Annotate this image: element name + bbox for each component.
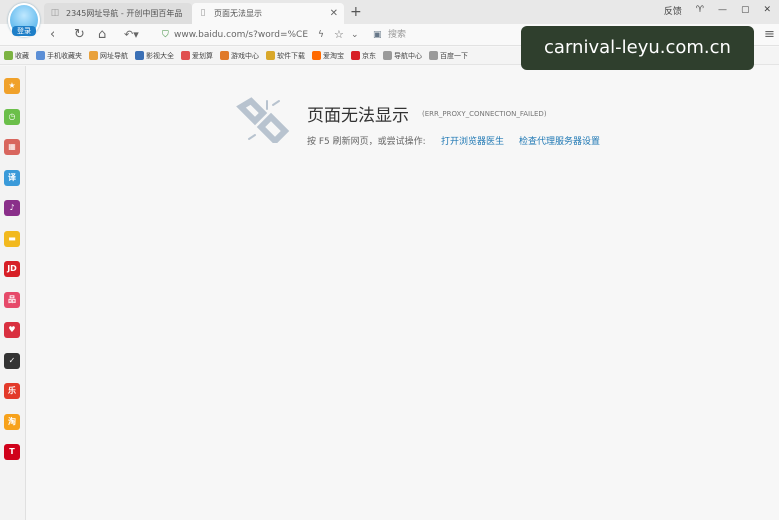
error-hint: 按 F5 刷新网页，或尝试操作: (307, 137, 426, 147)
star-icon (4, 51, 13, 60)
open-browser-doctor-link[interactable]: 打开浏览器医生 (441, 134, 504, 147)
bookmark-label: 游戏中心 (231, 51, 259, 60)
nike-icon[interactable]: ✓ (4, 352, 20, 369)
search-engine-icon: ▣ (373, 30, 382, 40)
bookmark-label: 网址导航 (100, 51, 128, 60)
calendar-icon[interactable]: ▦ (4, 139, 20, 155)
bookmark-item[interactable]: 收藏 (4, 51, 29, 61)
bookmark-label: 爱淘宝 (323, 51, 344, 60)
new-tab-button[interactable]: + (350, 4, 362, 20)
bookmark-label: 爱划算 (192, 51, 213, 60)
tag-icon (181, 51, 190, 60)
star-icon[interactable]: ☆ (334, 27, 344, 43)
shop-icon[interactable]: 乐 (4, 383, 20, 399)
bookmark-label: 影视大全 (146, 51, 174, 60)
taobao-icon[interactable]: 淘 (4, 413, 20, 430)
bookmark-item[interactable]: 爱淘宝 (312, 51, 344, 61)
tab-2345-navigation[interactable]: ◫ 2345网址导航 - 开创中国百年品 (44, 3, 192, 24)
bookmark-item[interactable]: 影视大全 (135, 51, 174, 61)
refresh-icon[interactable]: ↻ (74, 27, 85, 43)
bookmark-item[interactable]: 软件下载 (266, 51, 305, 61)
error-title: 页面无法显示 (307, 106, 409, 126)
bookmark-item[interactable]: 导航中心 (383, 51, 422, 61)
bookmark-item[interactable]: 游戏中心 (220, 51, 259, 61)
bookmark-item[interactable]: 京东 (351, 51, 376, 61)
translate-icon[interactable]: 译 (4, 169, 20, 186)
close-tab-icon[interactable]: ✕ (330, 3, 338, 24)
lightning-icon[interactable]: ϟ (318, 27, 324, 43)
bookmark-label: 手机收藏夹 (47, 51, 82, 60)
bookmark-item[interactable]: 百度一下 (429, 51, 468, 61)
music-icon[interactable]: ♪ (4, 200, 20, 216)
heart-icon[interactable]: ♥ (4, 322, 20, 338)
download-icon (266, 51, 275, 60)
bookmark-label: 百度一下 (440, 51, 468, 60)
address-url: www.baidu.com/s?word=%CE (174, 30, 309, 40)
browser-window: ◫ 2345网址导航 - 开创中国百年品 ▯ 页面无法显示 ✕ + 反馈 ♈ —… (0, 0, 779, 520)
film-icon (135, 51, 144, 60)
tab-label: 页面无法显示 (214, 9, 262, 18)
page-icon (383, 51, 392, 60)
bookmark-label: 软件下载 (277, 51, 305, 60)
jd-icon[interactable]: JD (4, 261, 20, 277)
login-label: 登录 (12, 26, 36, 36)
game-icon (220, 51, 229, 60)
home-icon (89, 51, 98, 60)
menu-icon[interactable]: ≡ (764, 27, 775, 43)
error-code: (ERR_PROXY_CONNECTION_FAILED) (422, 110, 547, 118)
left-sidebar: ★ ◷ ▦ 译 ♪ ▬ JD 品 ♥ ✓ 乐淘 T (0, 66, 26, 520)
user-login-avatar[interactable]: 登录 (8, 3, 40, 37)
feedback-button[interactable]: 反馈 (664, 4, 682, 17)
page-icon: ◫ (50, 8, 60, 18)
skin-icon[interactable]: ♈ (696, 5, 704, 15)
close-window-icon[interactable]: ✕ (763, 5, 771, 15)
check-proxy-settings-link[interactable]: 检查代理服务器设置 (519, 134, 600, 147)
bookmark-item[interactable]: 手机收藏夹 (36, 51, 82, 61)
broken-link-icon (236, 97, 290, 143)
watermark-overlay: carnival-leyu.com.cn (521, 26, 754, 70)
jd-icon (351, 51, 360, 60)
page-icon (429, 51, 438, 60)
note-icon[interactable]: ▬ (4, 230, 20, 247)
phone-icon (36, 51, 45, 60)
tab-bar: ◫ 2345网址导航 - 开创中国百年品 ▯ 页面无法显示 ✕ + 反馈 ♈ —… (0, 0, 779, 24)
tab-page-error[interactable]: ▯ 页面无法显示 ✕ (192, 3, 344, 24)
chevron-down-icon[interactable]: ⌄ (351, 27, 359, 43)
favorites-icon[interactable]: ★ (4, 78, 20, 94)
maximize-icon[interactable]: ▢ (741, 5, 750, 15)
bookmark-label: 京东 (362, 51, 376, 60)
window-controls: 反馈 ♈ — ▢ ✕ (664, 2, 771, 18)
search-placeholder: 搜索 (388, 30, 407, 40)
tmall-icon[interactable]: T (4, 444, 20, 460)
undo-icon[interactable]: ↶▾ (124, 27, 139, 43)
taobao-icon (312, 51, 321, 60)
shield-icon: ⛉ (162, 30, 169, 40)
page-icon: ▯ (200, 8, 206, 18)
home-icon[interactable]: ⌂ (98, 27, 106, 43)
tab-label: 2345网址导航 - 开创中国百年品 (66, 9, 183, 18)
minimize-icon[interactable]: — (718, 5, 727, 15)
bookmark-item[interactable]: 爱划算 (181, 51, 213, 61)
bookmark-label: 导航中心 (394, 51, 422, 60)
history-icon[interactable]: ◷ (4, 108, 20, 125)
gift-icon[interactable]: 品 (4, 291, 20, 308)
bookmark-label: 收藏 (15, 51, 29, 60)
back-icon[interactable]: ‹ (50, 27, 55, 43)
search-input[interactable]: ▣ 搜索 (370, 27, 520, 43)
bookmark-item[interactable]: 网址导航 (89, 51, 128, 61)
